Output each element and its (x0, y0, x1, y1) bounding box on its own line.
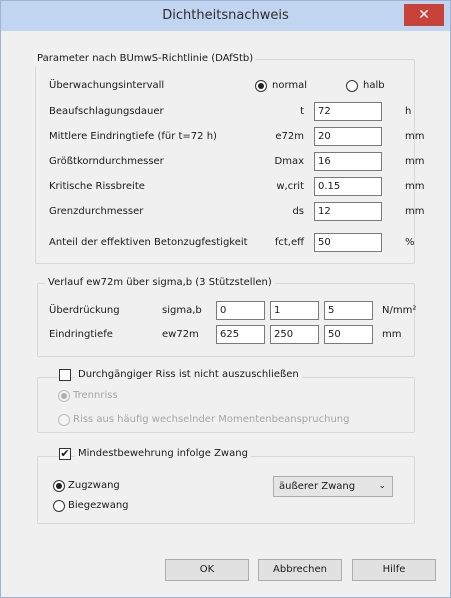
param-label: Grenzdurchmesser (49, 206, 144, 217)
zwang-dropdown-value: äußerer Zwang (279, 481, 356, 492)
help-button[interactable]: Hilfe (352, 559, 436, 581)
verlauf-symbol: sigma,b (162, 305, 202, 316)
verlauf-input[interactable]: 0 (216, 301, 265, 320)
param-symbol: fct,eff (274, 237, 304, 248)
param-unit: mm (405, 131, 425, 142)
radio-normal-label[interactable]: normal (272, 79, 307, 93)
param-symbol: e72m (275, 131, 304, 142)
radio-biegezwang[interactable] (53, 500, 65, 512)
zwang-dropdown[interactable]: äußerer Zwang ⌄ (273, 476, 393, 497)
param-unit: mm (405, 156, 425, 167)
param-symbol: w,crit (276, 181, 304, 192)
verlauf-input[interactable]: 625 (216, 325, 265, 344)
verlauf-input[interactable]: 50 (324, 325, 373, 344)
param-label: Größtkorndurchmesser (49, 156, 164, 167)
param-input[interactable]: 16 (314, 152, 382, 171)
interval-label: Überwachungsintervall (49, 80, 165, 91)
param-label: Kritische Rissbreite (49, 181, 145, 192)
param-unit: mm (405, 206, 425, 217)
verlauf-label: Eindringtiefe (49, 329, 113, 340)
param-input[interactable]: 0.15 (314, 177, 382, 196)
param-input[interactable]: 50 (314, 233, 382, 252)
radio-halb[interactable] (346, 80, 358, 92)
mindest-checkbox[interactable]: ✔ (59, 448, 71, 460)
window-title: Dichtheitsnachweis (162, 8, 289, 23)
param-input[interactable]: 12 (314, 202, 382, 221)
mindest-checkbox-label[interactable]: Mindestbewehrung infolge Zwang (75, 447, 251, 461)
param-symbol: Dmax (274, 156, 305, 167)
radio-trennriss (58, 390, 70, 402)
param-unit: mm (405, 181, 425, 192)
verlauf-unit: N/mm² (382, 305, 417, 316)
radio-riss-wechselnd (58, 414, 70, 426)
param-label: Mittlere Eindringtiefe (für t=72 h) (49, 131, 217, 142)
verlauf-input[interactable]: 250 (270, 325, 319, 344)
radio-halb-label[interactable]: halb (363, 79, 385, 93)
cancel-button[interactable]: Abbrechen (258, 559, 342, 581)
param-symbol: t (300, 106, 304, 117)
verlauf-input[interactable]: 1 (270, 301, 319, 320)
radio-normal[interactable] (255, 80, 267, 92)
riss-checkbox-label[interactable]: Durchgängiger Riss ist nicht auszuschlie… (75, 368, 302, 382)
param-label: Beaufschlagungsdauer (49, 106, 164, 117)
radio-zugzwang[interactable] (53, 480, 65, 492)
title-bar[interactable]: Dichtheitsnachweis ✕ (1, 1, 450, 31)
verlauf-group (37, 283, 415, 357)
param-input[interactable]: 72 (314, 102, 382, 121)
close-button[interactable]: ✕ (404, 4, 444, 26)
verlauf-unit: mm (382, 329, 402, 340)
riss-checkbox[interactable] (59, 369, 71, 381)
param-unit: h (405, 106, 412, 117)
param-unit: % (405, 237, 415, 248)
chevron-down-icon: ⌄ (378, 481, 386, 491)
verlauf-label: Überdrückung (49, 305, 120, 316)
verlauf-group-label: Verlauf ew72m über sigma,b (3 Stützstell… (45, 276, 275, 290)
radio-trennriss-label: Trennriss (73, 390, 118, 401)
param-label: Anteil der effektiven Betonzugfestigkeit (49, 237, 248, 248)
radio-riss-wechselnd-label: Riss aus häufig wechselnder Momentenbean… (73, 414, 350, 425)
dialog-window: Dichtheitsnachweis ✕ Parameter nach BUmw… (0, 0, 451, 598)
radio-zugzwang-label[interactable]: Zugzwang (68, 479, 120, 493)
param-symbol: ds (292, 206, 304, 217)
ok-button[interactable]: OK (165, 559, 249, 581)
param-input[interactable]: 20 (314, 127, 382, 146)
verlauf-input[interactable]: 5 (324, 301, 373, 320)
verlauf-symbol: ew72m (162, 329, 199, 340)
radio-biegezwang-label[interactable]: Biegezwang (68, 499, 129, 513)
params-group-label: Parameter nach BUmwS-Richtlinie (DAfStb) (34, 52, 257, 66)
